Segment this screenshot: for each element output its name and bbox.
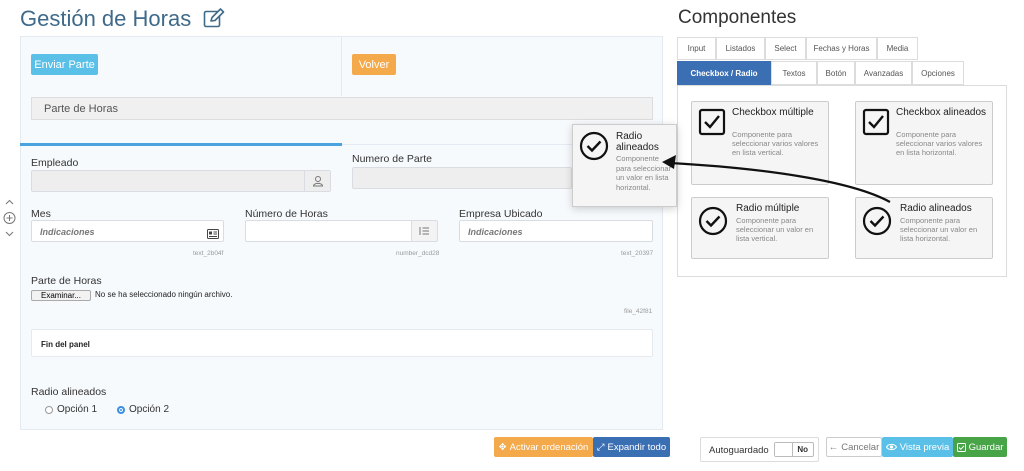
- activar-ordenacion-label: Activar ordenación: [509, 441, 589, 453]
- page-title-text: Gestión de Horas: [20, 6, 192, 31]
- move-icon: ✥: [498, 441, 507, 453]
- chevron-down-icon[interactable]: [5, 231, 14, 237]
- numero-parte-label: Numero de Parte: [352, 153, 432, 165]
- radio-check-icon: [698, 206, 728, 241]
- examinar-button[interactable]: Examinar...: [31, 290, 91, 301]
- drag-arrow-icon: [662, 155, 891, 203]
- tab-opciones[interactable]: Opciones: [912, 61, 964, 85]
- checkbox-icon: [862, 108, 890, 141]
- tab-listados[interactable]: Listados: [716, 37, 765, 60]
- tab-media[interactable]: Media: [877, 37, 918, 60]
- active-column-indicator: [20, 143, 342, 146]
- section-title-bar[interactable]: Parte de Horas: [31, 97, 653, 120]
- eye-icon: [885, 443, 897, 451]
- radio-option-2[interactable]: Opción 2: [117, 404, 169, 415]
- empleado-label: Empleado: [31, 157, 79, 169]
- radio-option-1[interactable]: Opción 1: [45, 404, 97, 415]
- volver-button[interactable]: Volver: [352, 54, 396, 75]
- vista-previa-button[interactable]: Vista previa: [882, 437, 953, 457]
- card-title: Radio alineados: [900, 203, 972, 214]
- file-label: Parte de Horas: [31, 275, 102, 287]
- save-icon: [956, 442, 966, 452]
- panel-end[interactable]: Fin del panel: [31, 329, 653, 357]
- empresa-placeholder: Indicaciones: [468, 227, 523, 237]
- mes-id: text_2b04f: [193, 250, 224, 257]
- card-desc: Componente para seleccionar varios valor…: [896, 130, 983, 157]
- empleado-field[interactable]: [31, 170, 331, 192]
- toggle-knob: [775, 443, 793, 456]
- expand-icon: ⤢: [596, 441, 605, 453]
- chevron-up-icon[interactable]: [5, 199, 14, 205]
- empresa-id: text_20397: [621, 250, 654, 257]
- guardar-button[interactable]: Guardar: [953, 437, 1007, 457]
- card-title: Checkbox alineados: [896, 107, 987, 118]
- enviar-parte-button[interactable]: Enviar Parte: [31, 54, 98, 75]
- card-desc: Componente para seleccionar un valor en …: [736, 216, 814, 243]
- card-icon: [207, 226, 219, 244]
- column-divider: [341, 36, 342, 96]
- autoguardado-toggle[interactable]: No: [774, 442, 814, 457]
- tab-checkbox-radio[interactable]: Checkbox / Radio: [677, 61, 771, 85]
- numero-horas-input[interactable]: [245, 220, 438, 242]
- empresa-label: Empresa Ubicado: [459, 208, 543, 220]
- numero-parte-field[interactable]: [352, 167, 572, 189]
- card-title: Checkbox múltiple: [732, 107, 814, 118]
- side-control: [1, 196, 18, 240]
- user-icon: [304, 171, 330, 191]
- plus-circle-icon[interactable]: [3, 212, 16, 224]
- activar-ordenacion-button[interactable]: ✥ Activar ordenación: [494, 437, 593, 457]
- components-title: Componentes: [678, 7, 797, 28]
- checkbox-icon: [698, 108, 726, 141]
- cancelar-button[interactable]: ← Cancelar: [826, 437, 882, 457]
- mes-placeholder: Indicaciones: [40, 227, 95, 237]
- edit-icon[interactable]: [203, 8, 225, 34]
- empresa-input[interactable]: Indicaciones: [459, 220, 653, 242]
- file-status: No se ha seleccionado ningún archivo.: [95, 290, 233, 299]
- autoguardado-control: Autoguardado No: [700, 437, 819, 462]
- tab-fechas-horas[interactable]: Fechas y Horas: [806, 37, 877, 60]
- tab-textos[interactable]: Textos: [771, 61, 817, 85]
- card-desc: Componente para seleccionar un valor en …: [900, 216, 978, 243]
- vista-previa-label: Vista previa: [899, 441, 950, 453]
- radio-button[interactable]: [45, 405, 53, 414]
- tab-boton[interactable]: Botón: [817, 61, 855, 85]
- arrow-left-icon: ←: [828, 441, 839, 453]
- radio-button-checked[interactable]: [117, 405, 125, 414]
- file-id: file_42f81: [624, 308, 653, 315]
- numero-horas-id: number_dcd28: [396, 250, 440, 257]
- cancelar-label: Cancelar: [841, 441, 880, 453]
- autoguardado-label: Autoguardado: [709, 445, 769, 456]
- radio-option-label: Opción 2: [129, 404, 170, 415]
- tab-avanzadas[interactable]: Avanzadas: [855, 61, 912, 85]
- radio-check-icon: [579, 131, 609, 166]
- mes-label: Mes: [31, 208, 51, 220]
- page-title: Gestión de Horas: [20, 6, 225, 34]
- tab-select[interactable]: Select: [765, 37, 806, 60]
- guardar-label: Guardar: [968, 441, 1004, 453]
- list-icon: [411, 221, 437, 241]
- tab-input[interactable]: Input: [677, 37, 716, 60]
- radio-check-icon: [862, 206, 892, 241]
- expandir-todo-button[interactable]: ⤢ Expandir todo: [593, 437, 670, 457]
- mes-input[interactable]: Indicaciones: [31, 220, 224, 242]
- radio-label: Radio alineados: [31, 386, 107, 398]
- toggle-value: No: [797, 445, 808, 454]
- expandir-todo-label: Expandir todo: [607, 441, 667, 453]
- radio-option-label: Opción 1: [57, 404, 98, 415]
- numero-horas-label: Número de Horas: [245, 208, 328, 220]
